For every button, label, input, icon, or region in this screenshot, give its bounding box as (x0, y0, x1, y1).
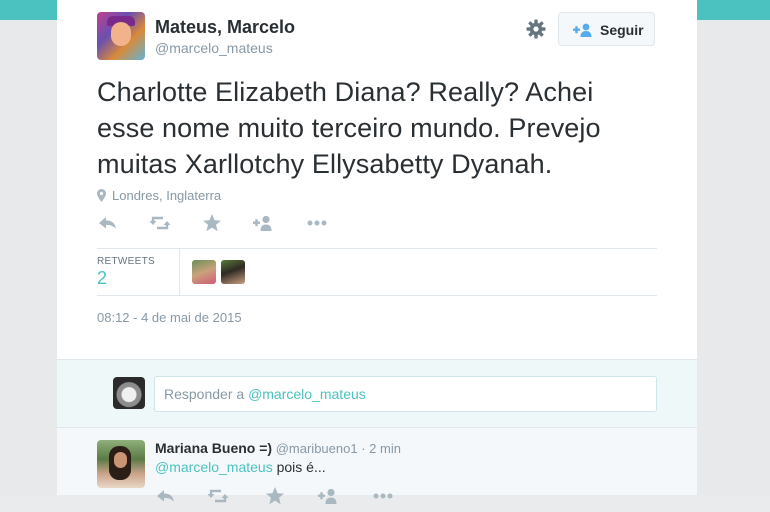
reply-input-mention: @marcelo_mateus (248, 386, 366, 402)
tweet-text: Charlotte Elizabeth Diana? Really? Achei… (97, 77, 601, 179)
tweet-timestamp: 08:12 - 4 de mai de 2015 (97, 310, 242, 325)
reply-meta-separator: · (361, 441, 366, 456)
gear-icon[interactable] (525, 18, 547, 40)
retweeter-avatar[interactable] (192, 260, 216, 284)
tweet-location[interactable]: Londres, Inglaterra (97, 188, 221, 205)
reply-text: @marcelo_mateus pois é... (155, 459, 326, 475)
tweet-actions (97, 212, 357, 236)
more-icon[interactable] (306, 212, 328, 234)
follow-button-label: Seguir (600, 22, 644, 38)
follow-icon (573, 23, 593, 37)
location-pin-icon (97, 189, 106, 205)
stats-divider (179, 249, 180, 295)
backdrop-right (697, 20, 770, 495)
header-strip-right (697, 0, 770, 20)
reply-icon[interactable] (155, 485, 177, 507)
backdrop-left (0, 20, 57, 495)
reply-icon[interactable] (97, 212, 119, 234)
retweet-icon[interactable] (148, 212, 171, 234)
tweet-card: Mateus, Marcelo @marcelo_mateus Seguir C… (57, 0, 697, 505)
more-icon[interactable] (372, 485, 394, 507)
reply-author-name[interactable]: Mariana Bueno =) (155, 440, 272, 456)
reply-header: Mariana Bueno =) @maribueno1 · 2 min (155, 440, 401, 456)
retweets-count[interactable]: 2 (97, 268, 107, 289)
follow-user-icon[interactable] (317, 485, 339, 507)
location-label: Londres, Inglaterra (112, 188, 222, 203)
favorite-icon[interactable] (264, 485, 286, 507)
reply-input-prefix: Responder a (164, 386, 249, 402)
reply-time[interactable]: 2 min (369, 441, 401, 456)
reply-mention[interactable]: @marcelo_mateus (155, 459, 273, 475)
author-name[interactable]: Mateus, Marcelo (155, 17, 295, 38)
reply-tweet[interactable]: Mariana Bueno =) @maribueno1 · 2 min @ma… (57, 428, 697, 505)
current-user-avatar (113, 377, 145, 409)
reply-box-area: Responder a @marcelo_mateus (57, 360, 697, 427)
author-avatar[interactable] (97, 12, 145, 60)
reply-actions (155, 485, 415, 505)
reply-input[interactable]: Responder a @marcelo_mateus (154, 376, 657, 412)
follow-button[interactable]: Seguir (558, 12, 655, 46)
follow-user-icon[interactable] (252, 212, 274, 234)
tweet-stats: RETWEETS 2 (97, 249, 657, 295)
reply-author-avatar[interactable] (97, 440, 145, 488)
retweet-icon[interactable] (206, 485, 229, 507)
reply-author-handle[interactable]: @maribueno1 (276, 441, 358, 456)
favorite-icon[interactable] (201, 212, 223, 234)
stats-bottom-divider (97, 295, 657, 296)
retweets-label: RETWEETS (97, 256, 155, 267)
retweeter-avatar[interactable] (221, 260, 245, 284)
header-strip-left (0, 0, 57, 20)
reply-body: pois é... (272, 459, 326, 475)
author-handle[interactable]: @marcelo_mateus (155, 40, 273, 56)
